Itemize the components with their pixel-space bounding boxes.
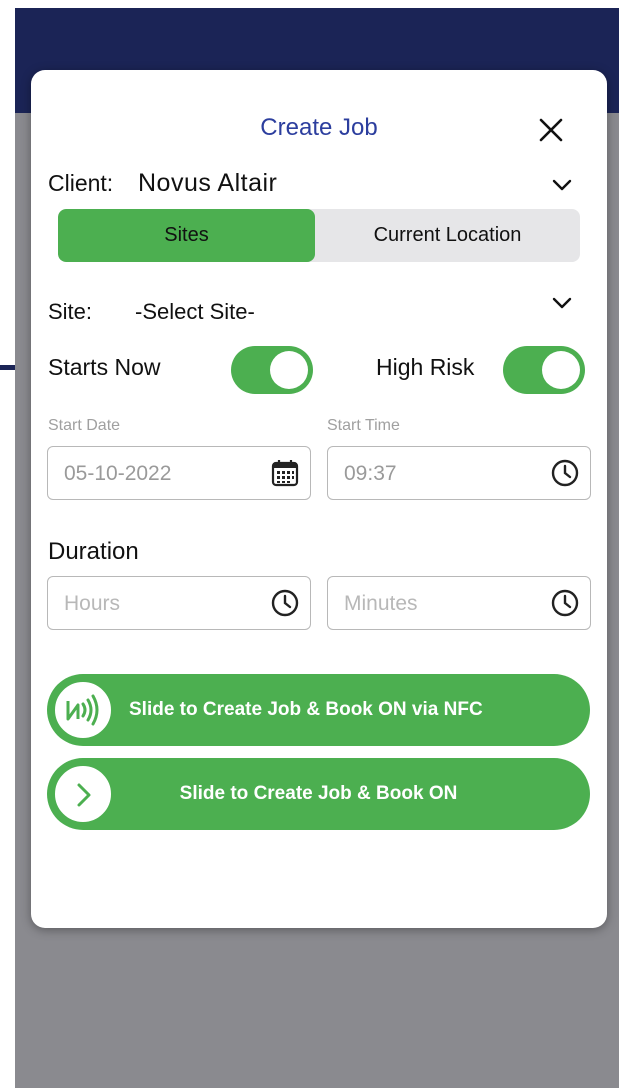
hours-input[interactable]: Hours: [47, 576, 311, 630]
location-mode-segmented-control: Sites Current Location: [58, 209, 580, 262]
start-time-value: 09:37: [344, 462, 397, 485]
site-label: Site:: [48, 299, 93, 324]
starts-now-toggle[interactable]: [231, 346, 313, 394]
background-accent: [0, 365, 15, 370]
slide-create-job[interactable]: Slide to Create Job & Book ON: [47, 758, 590, 830]
start-time-field[interactable]: 09:37: [327, 446, 591, 500]
starts-now-label: Starts Now: [48, 354, 161, 380]
tab-sites[interactable]: Sites: [58, 209, 315, 262]
close-icon[interactable]: [536, 115, 566, 145]
nfc-icon: [66, 694, 99, 726]
minutes-placeholder: Minutes: [344, 592, 418, 615]
create-job-modal: Create Job Client: Novus Altair Sites Cu…: [31, 70, 607, 928]
tab-current-location[interactable]: Current Location: [315, 209, 580, 262]
high-risk-toggle[interactable]: [503, 346, 585, 394]
toggle-knob: [542, 351, 580, 389]
minutes-input[interactable]: Minutes: [327, 576, 591, 630]
left-edge: [0, 0, 15, 1088]
start-date-value: 05-10-2022: [64, 462, 172, 485]
chevron-down-icon[interactable]: [551, 296, 573, 310]
duration-label: Duration: [48, 538, 139, 565]
toggle-knob: [270, 351, 308, 389]
clock-icon[interactable]: [550, 458, 580, 488]
modal-title: Create Job: [260, 114, 378, 141]
hours-placeholder: Hours: [64, 592, 121, 615]
client-label: Client:: [48, 170, 114, 196]
chevron-down-icon[interactable]: [551, 178, 573, 192]
calendar-icon[interactable]: [270, 458, 300, 488]
clock-icon[interactable]: [270, 588, 300, 618]
site-select[interactable]: -Select Site-: [135, 299, 255, 325]
start-date-label: Start Date: [48, 417, 121, 434]
clock-icon[interactable]: [550, 588, 580, 618]
slide-nfc-label: Slide to Create Job & Book ON via NFC: [129, 699, 483, 720]
client-select[interactable]: Novus Altair: [138, 169, 277, 198]
slide-create-job-nfc[interactable]: Slide to Create Job & Book ON via NFC: [47, 674, 590, 746]
start-date-field[interactable]: 05-10-2022: [47, 446, 311, 500]
start-time-label: Start Time: [327, 417, 400, 434]
slide-handle[interactable]: [53, 680, 113, 740]
high-risk-label: High Risk: [376, 354, 475, 380]
slide-book-label: Slide to Create Job & Book ON: [179, 783, 458, 804]
